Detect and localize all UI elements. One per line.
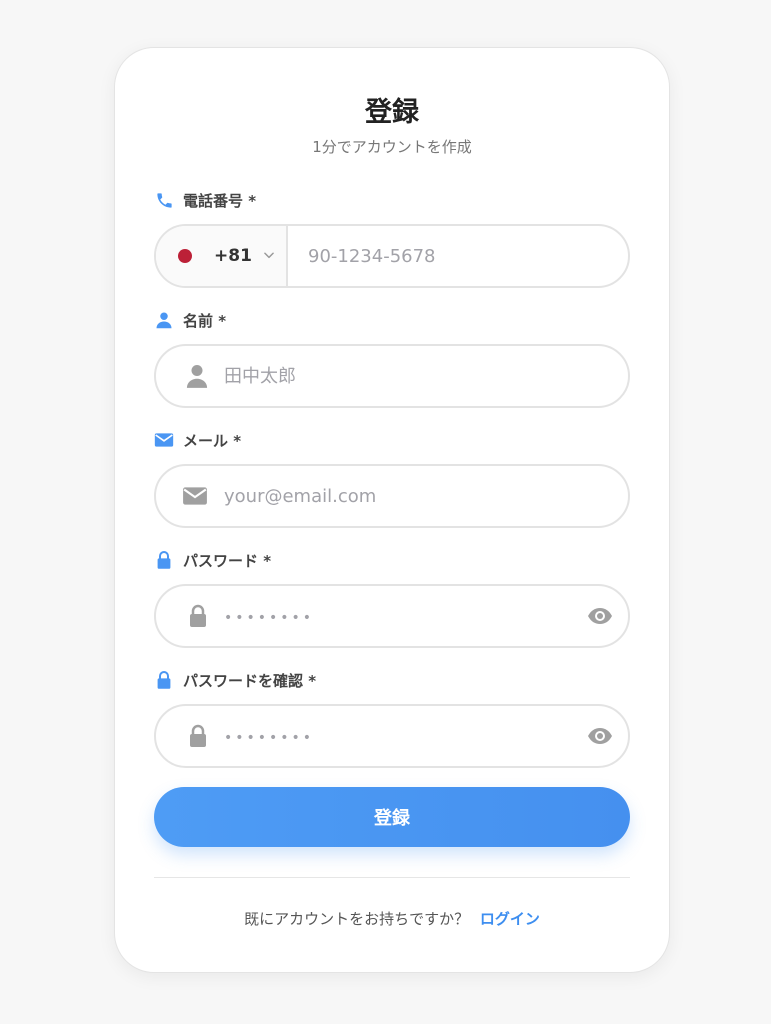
phone-label-text: 電話番号 * bbox=[183, 191, 257, 210]
name-field bbox=[154, 344, 630, 408]
country-code-select[interactable]: +81 bbox=[156, 226, 288, 286]
password-input[interactable] bbox=[218, 586, 572, 646]
confirm-password-input[interactable] bbox=[218, 706, 572, 766]
user-icon bbox=[156, 346, 218, 406]
envelope-icon bbox=[156, 466, 218, 526]
login-link[interactable]: ログイン bbox=[480, 910, 540, 928]
confirm-password-label-text: パスワードを確認 * bbox=[183, 671, 317, 690]
lock-icon bbox=[154, 550, 174, 570]
phone-icon bbox=[154, 190, 174, 210]
password-label-text: パスワード * bbox=[183, 551, 272, 570]
lock-icon bbox=[156, 706, 218, 766]
phone-field: +81 bbox=[154, 224, 630, 288]
chevron-down-icon bbox=[262, 247, 276, 266]
register-button[interactable]: 登録 bbox=[154, 787, 630, 847]
phone-input[interactable] bbox=[288, 226, 628, 286]
email-label-text: メール * bbox=[183, 431, 242, 450]
password-field bbox=[154, 584, 630, 648]
show-confirm-password-eye-icon[interactable] bbox=[572, 706, 628, 766]
user-icon bbox=[154, 310, 174, 330]
password-label: パスワード * bbox=[154, 548, 271, 572]
signup-card: 登録 1分でアカウントを作成 電話番号 * +81 名前 * bbox=[114, 47, 670, 973]
confirm-password-field bbox=[154, 704, 630, 768]
name-label: 名前 * bbox=[154, 308, 226, 332]
email-field bbox=[154, 464, 630, 528]
confirm-password-label: パスワードを確認 * bbox=[154, 668, 316, 692]
login-prompt-text: 既にアカウントをお持ちですか？ bbox=[244, 910, 470, 928]
login-prompt: 既にアカウントをお持ちですか？ ログイン bbox=[115, 908, 669, 929]
phone-label: 電話番号 * bbox=[154, 188, 256, 212]
name-input[interactable] bbox=[218, 346, 628, 406]
page-title: 登録 bbox=[365, 97, 419, 128]
country-code-value: +81 bbox=[214, 246, 252, 266]
japan-flag-icon bbox=[178, 249, 192, 263]
envelope-icon bbox=[154, 430, 174, 450]
lock-icon bbox=[156, 586, 218, 646]
email-input[interactable] bbox=[218, 466, 628, 526]
show-password-eye-icon[interactable] bbox=[572, 586, 628, 646]
page-subtitle: 1分でアカウントを作成 bbox=[312, 138, 472, 156]
divider bbox=[154, 877, 630, 878]
lock-icon bbox=[154, 670, 174, 690]
name-label-text: 名前 * bbox=[183, 311, 227, 330]
email-label: メール * bbox=[154, 428, 241, 452]
